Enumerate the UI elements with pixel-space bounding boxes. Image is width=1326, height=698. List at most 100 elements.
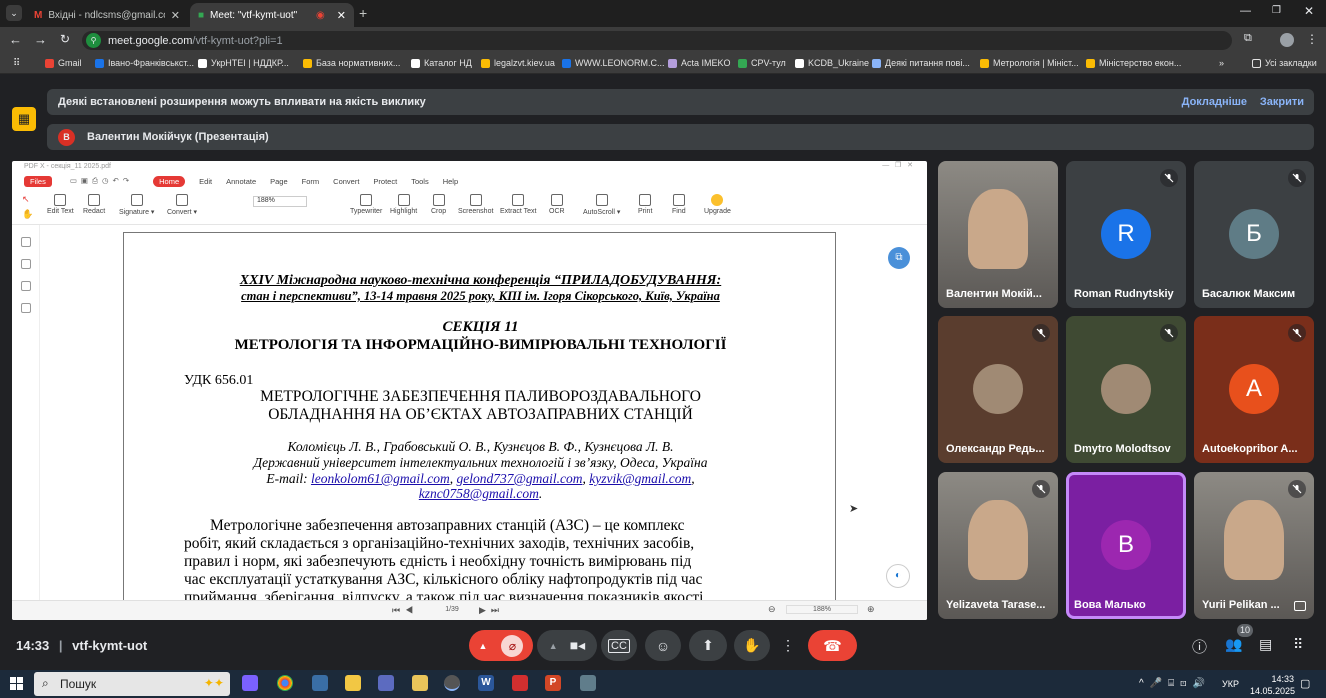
more-options-button[interactable]: ⋮: [776, 630, 800, 661]
tab-meet[interactable]: ■ Meet: "vtf-kymt-uot" ◉ ✕: [190, 3, 354, 27]
pdf-page[interactable]: XXIV Міжнародна науково-технічна конфере…: [123, 232, 836, 612]
shared-screen[interactable]: PDF X - секція_11 2025.pdf — ❐ ✕ Files ▭…: [12, 161, 927, 620]
tool-screenshot[interactable]: Screenshot: [458, 194, 493, 215]
pin-icon[interactable]: [1294, 601, 1306, 611]
bookmark-panel-icon[interactable]: [20, 237, 31, 247]
tool-convert[interactable]: Convert ▾: [167, 194, 197, 216]
back-icon[interactable]: ←: [9, 32, 22, 47]
learn-more-link[interactable]: Докладніше: [1182, 96, 1247, 108]
email-link[interactable]: gelond737@gmail.com: [456, 471, 582, 486]
captions-button[interactable]: CC: [601, 630, 637, 661]
minimize-icon[interactable]: —: [1240, 5, 1251, 17]
participant-tile[interactable]: Yurii Pelikan ...: [1194, 472, 1314, 619]
select-icon[interactable]: ↖: [22, 194, 30, 205]
tool-typewriter[interactable]: Typewriter: [350, 194, 382, 215]
participant-tile[interactable]: В Вова Малько: [1066, 472, 1186, 619]
system-tray[interactable]: ^🎤⌸⊡🔊: [1139, 678, 1211, 689]
email-link[interactable]: kyzvik@gmail.com: [589, 471, 691, 486]
bookmark-item[interactable]: Івано-Франківськст...: [95, 58, 194, 68]
info-icon[interactable]: ⓘ: [1192, 636, 1207, 657]
hand-icon[interactable]: ✋: [22, 209, 33, 220]
zoom-level[interactable]: 188%: [786, 605, 858, 614]
open-icon[interactable]: ▭▣⎙◷↶↷: [70, 176, 133, 186]
chat-icon[interactable]: ▤: [1259, 636, 1272, 653]
bookmark-item[interactable]: Деякі питання пові...: [872, 58, 970, 68]
start-icon[interactable]: [10, 677, 23, 690]
dismiss-link[interactable]: Закрити: [1260, 96, 1304, 108]
tool-autoscroll[interactable]: AutoScroll ▾: [583, 194, 620, 216]
assistant-float-icon[interactable]: ◐: [886, 564, 910, 588]
folder-icon[interactable]: [412, 675, 428, 691]
taskbar-search-input[interactable]: ⌕ Пошук ✦✦: [34, 672, 230, 696]
participant-tile[interactable]: A Autoekopribor A...: [1194, 316, 1314, 463]
chrome-icon[interactable]: [277, 675, 293, 691]
tab-annotate[interactable]: Annotate: [226, 177, 256, 186]
tool-ocr[interactable]: OCR: [549, 194, 565, 215]
page-nav-next[interactable]: ▶ ⏭: [479, 605, 499, 616]
mic-toggle[interactable]: ▲ ⌀: [469, 630, 533, 661]
people-icon[interactable]: 👥: [1225, 636, 1242, 653]
tab-page[interactable]: Page: [270, 177, 288, 186]
forward-icon[interactable]: →: [34, 32, 47, 47]
tab-protect[interactable]: Protect: [373, 177, 397, 186]
bookmark-item[interactable]: Метрологія | Мініст...: [980, 58, 1079, 68]
close-icon[interactable]: ✕: [171, 9, 180, 22]
tool-print[interactable]: Print: [638, 194, 652, 215]
zoom-select[interactable]: 188%: [253, 196, 307, 207]
email-link[interactable]: leonkolom61@gmail.com: [311, 471, 450, 486]
remote-desktop-icon[interactable]: [580, 675, 596, 691]
profile-avatar[interactable]: [1280, 33, 1294, 47]
bookmark-item[interactable]: legalzvt.kiev.ua: [481, 58, 555, 68]
tool-find[interactable]: Find: [672, 194, 686, 215]
new-tab-button[interactable]: +: [359, 5, 367, 21]
menu-icon[interactable]: ⋮: [1306, 32, 1318, 46]
site-info-icon[interactable]: ⚲: [86, 33, 101, 48]
tool-extract-text[interactable]: Extract Text: [500, 194, 536, 215]
present-button[interactable]: ⬆: [689, 630, 727, 661]
tab-help[interactable]: Help: [443, 177, 458, 186]
activities-icon[interactable]: ⠿: [1293, 636, 1303, 653]
participant-tile[interactable]: R Roman Rudnytskiy: [1066, 161, 1186, 308]
tab-gmail[interactable]: M Вхідні - ndlcsms@gmail.com - Gm ✕: [26, 3, 188, 27]
reactions-button[interactable]: ☺: [645, 630, 681, 661]
tool-crop[interactable]: Crop: [431, 194, 446, 215]
tool-edit-text[interactable]: Edit Text: [47, 194, 74, 215]
tab-form[interactable]: Form: [302, 177, 320, 186]
taskbar-clock[interactable]: 14:33 14.05.2025: [1250, 673, 1295, 697]
attachments-panel-icon[interactable]: [20, 303, 31, 313]
tool-signature[interactable]: Signature ▾: [119, 194, 154, 216]
apps-icon[interactable]: ⠿: [13, 58, 20, 69]
bookmark-item[interactable]: База нормативних...: [303, 58, 400, 68]
camera-toggle[interactable]: ▲ ■◂: [537, 630, 597, 661]
participant-tile[interactable]: Dmytro Molodtsov: [1066, 316, 1186, 463]
powerpoint-icon[interactable]: P: [545, 675, 561, 691]
calculator-icon[interactable]: [312, 675, 328, 691]
email-link[interactable]: kznc0758@gmail.com: [419, 486, 539, 501]
pdf-files-button[interactable]: Files: [24, 175, 52, 187]
tab-tools[interactable]: Tools: [411, 177, 429, 186]
app-icon[interactable]: [378, 675, 394, 691]
chrome-active-icon[interactable]: [444, 675, 460, 691]
bookmarks-more[interactable]: »: [1219, 58, 1224, 68]
participant-tile[interactable]: Олександр Редь...: [938, 316, 1058, 463]
participant-tile[interactable]: Валентин Мокій...: [938, 161, 1058, 308]
reload-icon[interactable]: ↻: [60, 32, 70, 46]
tool-highlight[interactable]: Highlight: [390, 194, 417, 215]
raise-hand-button[interactable]: ✋: [734, 630, 770, 661]
maximize-icon[interactable]: ❐: [1272, 5, 1281, 16]
leave-call-button[interactable]: ☎: [808, 630, 857, 661]
close-icon[interactable]: ✕: [337, 9, 346, 22]
page-nav[interactable]: ⏮ ◀: [392, 605, 413, 616]
tool-redact[interactable]: Redact: [83, 194, 105, 215]
tab-home[interactable]: Home: [153, 175, 186, 187]
file-explorer-icon[interactable]: [345, 675, 361, 691]
close-window-icon[interactable]: ✕: [1304, 4, 1314, 18]
pages-panel-icon[interactable]: [20, 259, 31, 269]
tab-edit[interactable]: Edit: [199, 177, 212, 186]
comments-panel-icon[interactable]: [20, 281, 31, 291]
camera-options-chevron-icon[interactable]: ▲: [549, 641, 558, 651]
all-bookmarks[interactable]: Усі закладки: [1252, 58, 1317, 68]
tool-upgrade[interactable]: Upgrade: [704, 194, 731, 215]
language-indicator[interactable]: УКР: [1222, 679, 1239, 689]
tab-search-button[interactable]: ⌄: [6, 5, 22, 21]
